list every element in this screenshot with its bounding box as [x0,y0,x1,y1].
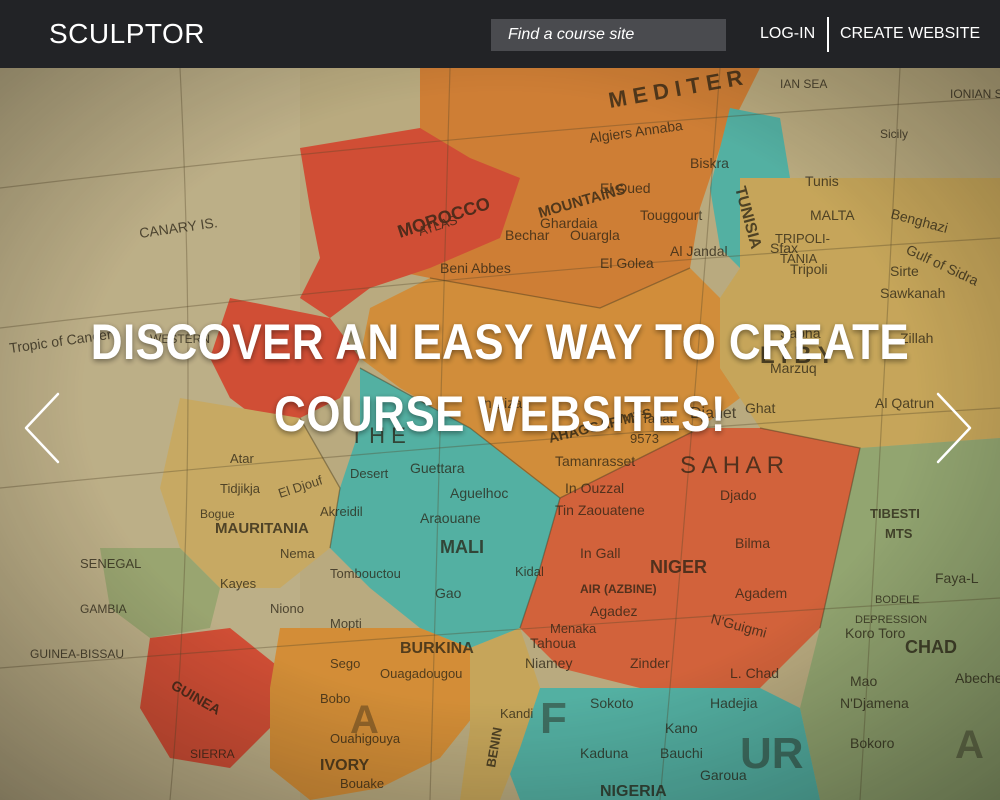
hero-headline-line2: COURSE WEBSITES! [274,385,726,442]
top-nav-bar: SCULPTOR LOG-IN CREATE WEBSITE [0,0,1000,68]
carousel-prev-button[interactable] [20,388,70,468]
hero-banner: M E D I T E R Algiers Annaba IAN SEA ION… [0,68,1000,800]
brand-logo[interactable]: SCULPTOR [49,16,205,52]
create-website-link[interactable]: CREATE WEBSITE [840,23,980,45]
chevron-right-icon [936,392,972,464]
carousel-next-button[interactable] [930,388,980,468]
login-link[interactable]: LOG-IN [760,23,815,45]
nav-divider [827,17,829,52]
hero-headline: DISCOVER AN EASY WAY TO CREATE COURSE WE… [60,306,940,450]
hero-headline-line1: DISCOVER AN EASY WAY TO CREATE [90,313,910,370]
search-input[interactable] [491,19,726,51]
chevron-left-icon [24,392,60,464]
